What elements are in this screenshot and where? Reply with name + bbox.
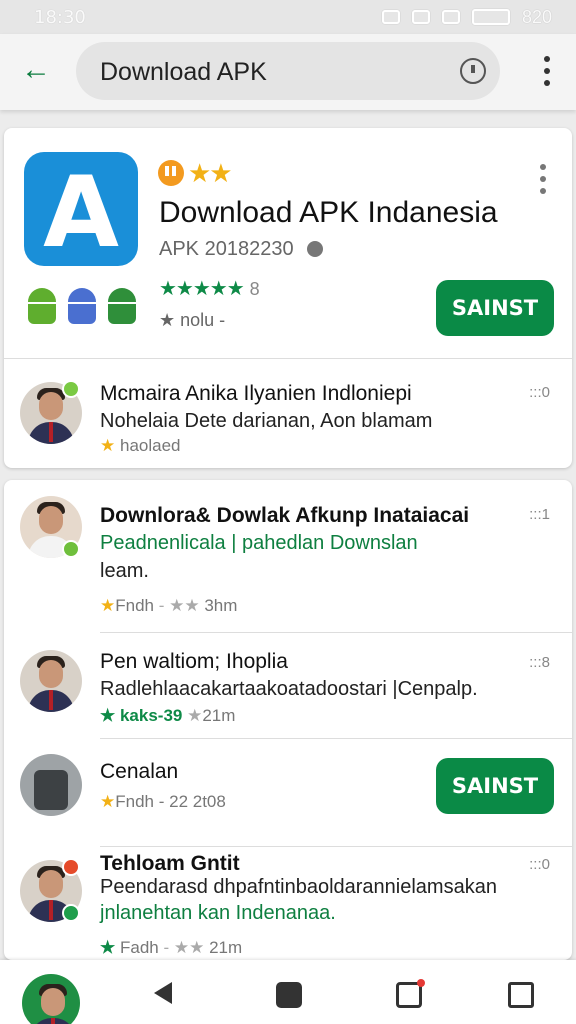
android-icon — [66, 288, 98, 324]
item-meta: ★Fndh - 22 2t08 — [100, 792, 226, 811]
rating-count: 8 — [249, 279, 260, 299]
app-title: Download APK Indanesia — [159, 196, 498, 229]
profile-avatar[interactable] — [22, 974, 80, 1024]
back-nav-icon[interactable] — [154, 982, 172, 1004]
divider — [4, 358, 572, 359]
android-icon — [26, 288, 58, 324]
item-line: Nohelaia Dete darianan, Aon blamam — [100, 410, 433, 432]
item-more[interactable]: :::0 — [529, 856, 550, 873]
item-more[interactable]: :::8 — [529, 654, 550, 671]
list-item[interactable]: Tehloam Gntit Peendarasd dhpafntinbaolda… — [4, 852, 572, 960]
info-icon — [307, 241, 324, 257]
item-line: Radlehlaacakartaakoatadoostari |Cenpalp. — [100, 678, 478, 700]
card-menu-icon[interactable] — [540, 164, 546, 200]
bottom-navigation — [0, 960, 576, 1024]
item-meta: ★Fndh - ★★ 3hm — [100, 596, 238, 615]
avatar — [20, 754, 82, 816]
status-time: 18:30 — [34, 6, 86, 28]
app-icon: A — [24, 152, 138, 266]
item-line: Peendarasd dhpafntinbaoldarannielamsakan — [100, 876, 497, 898]
avatar — [20, 650, 82, 712]
overflow-menu-icon[interactable] — [544, 56, 550, 86]
app-subtitle: APK 20182230 — [159, 238, 324, 261]
status-badge — [62, 540, 80, 558]
android-icon — [106, 288, 138, 324]
inbox-nav-icon[interactable] — [508, 982, 534, 1008]
battery-level: 820 — [521, 6, 552, 27]
badge-stars-icon: ★★ — [188, 158, 233, 188]
home-nav-icon[interactable] — [276, 982, 302, 1008]
list-item[interactable]: Pen waltiom; Ihoplia Radlehlaacakartaako… — [4, 640, 572, 736]
app-bar: ← Download APK — [0, 34, 576, 110]
app-icon-letter: A — [43, 156, 119, 266]
edit-nav-icon[interactable] — [396, 979, 425, 1008]
battery-icon — [471, 9, 510, 25]
list-item[interactable]: Downlora& Dowlak Afkunp Inataiacai Peadn… — [4, 490, 572, 620]
status-badge — [62, 858, 80, 876]
voice-search-icon[interactable] — [460, 58, 486, 84]
item-line: Peadnenlicala | pahedlan Downslan — [100, 532, 418, 554]
status-badge — [62, 904, 80, 922]
item-more[interactable]: :::0 — [529, 384, 550, 401]
platform-icons — [26, 288, 138, 324]
app-version: APK 20182230 — [159, 238, 294, 260]
alarm-icon — [381, 10, 400, 24]
item-more[interactable]: :::1 — [529, 506, 550, 523]
install-button[interactable]: SAINST — [436, 758, 554, 814]
item-meta: ★ haolaed — [100, 436, 181, 455]
results-card: Downlora& Dowlak Afkunp Inataiacai Peadn… — [4, 480, 572, 960]
rating-stars: ★★★★★ 8 — [159, 278, 260, 300]
item-title: Tehloam Gntit — [100, 852, 240, 875]
item-line: jnlanehtan kan Indenanaa. — [100, 902, 336, 924]
featured-app-card[interactable]: A ★★ Download APK Indanesia APK 20182230… — [4, 128, 572, 468]
item-title: Pen waltiom; Ihoplia — [100, 650, 288, 673]
item-meta: ★ Fadh - ★★ 21m — [100, 938, 243, 957]
status-badge — [62, 380, 80, 398]
divider — [100, 632, 572, 633]
divider — [100, 846, 572, 847]
search-bar[interactable]: Download APK — [76, 42, 500, 100]
sim-icon — [411, 10, 430, 24]
install-button[interactable]: SAINST — [436, 280, 554, 336]
divider — [100, 738, 572, 739]
item-title: Mcmaira Anika Ilyanien Indloniepi — [100, 382, 412, 405]
wifi-icon — [441, 10, 460, 24]
search-input[interactable]: Download APK — [100, 58, 267, 87]
status-bar: 18:30 820 — [0, 0, 576, 34]
back-arrow-icon[interactable]: ← — [20, 54, 52, 86]
app-meta: ★ nolu - — [159, 310, 226, 330]
item-title: Downlora& Dowlak Afkunp Inataiacai — [100, 504, 470, 527]
list-item[interactable]: Mcmaira Anika Ilyanien Indloniepi Nohela… — [4, 368, 572, 468]
item-meta: ★ kaks-39 ★21m — [100, 706, 236, 725]
list-item[interactable]: Cenalan ★Fndh - 22 2t08 SAINST — [4, 744, 572, 844]
item-title: Cenalan — [100, 760, 179, 783]
status-icons: 820 — [381, 6, 552, 28]
item-line: leam. — [100, 560, 149, 582]
editor-badge-icon — [158, 160, 184, 186]
